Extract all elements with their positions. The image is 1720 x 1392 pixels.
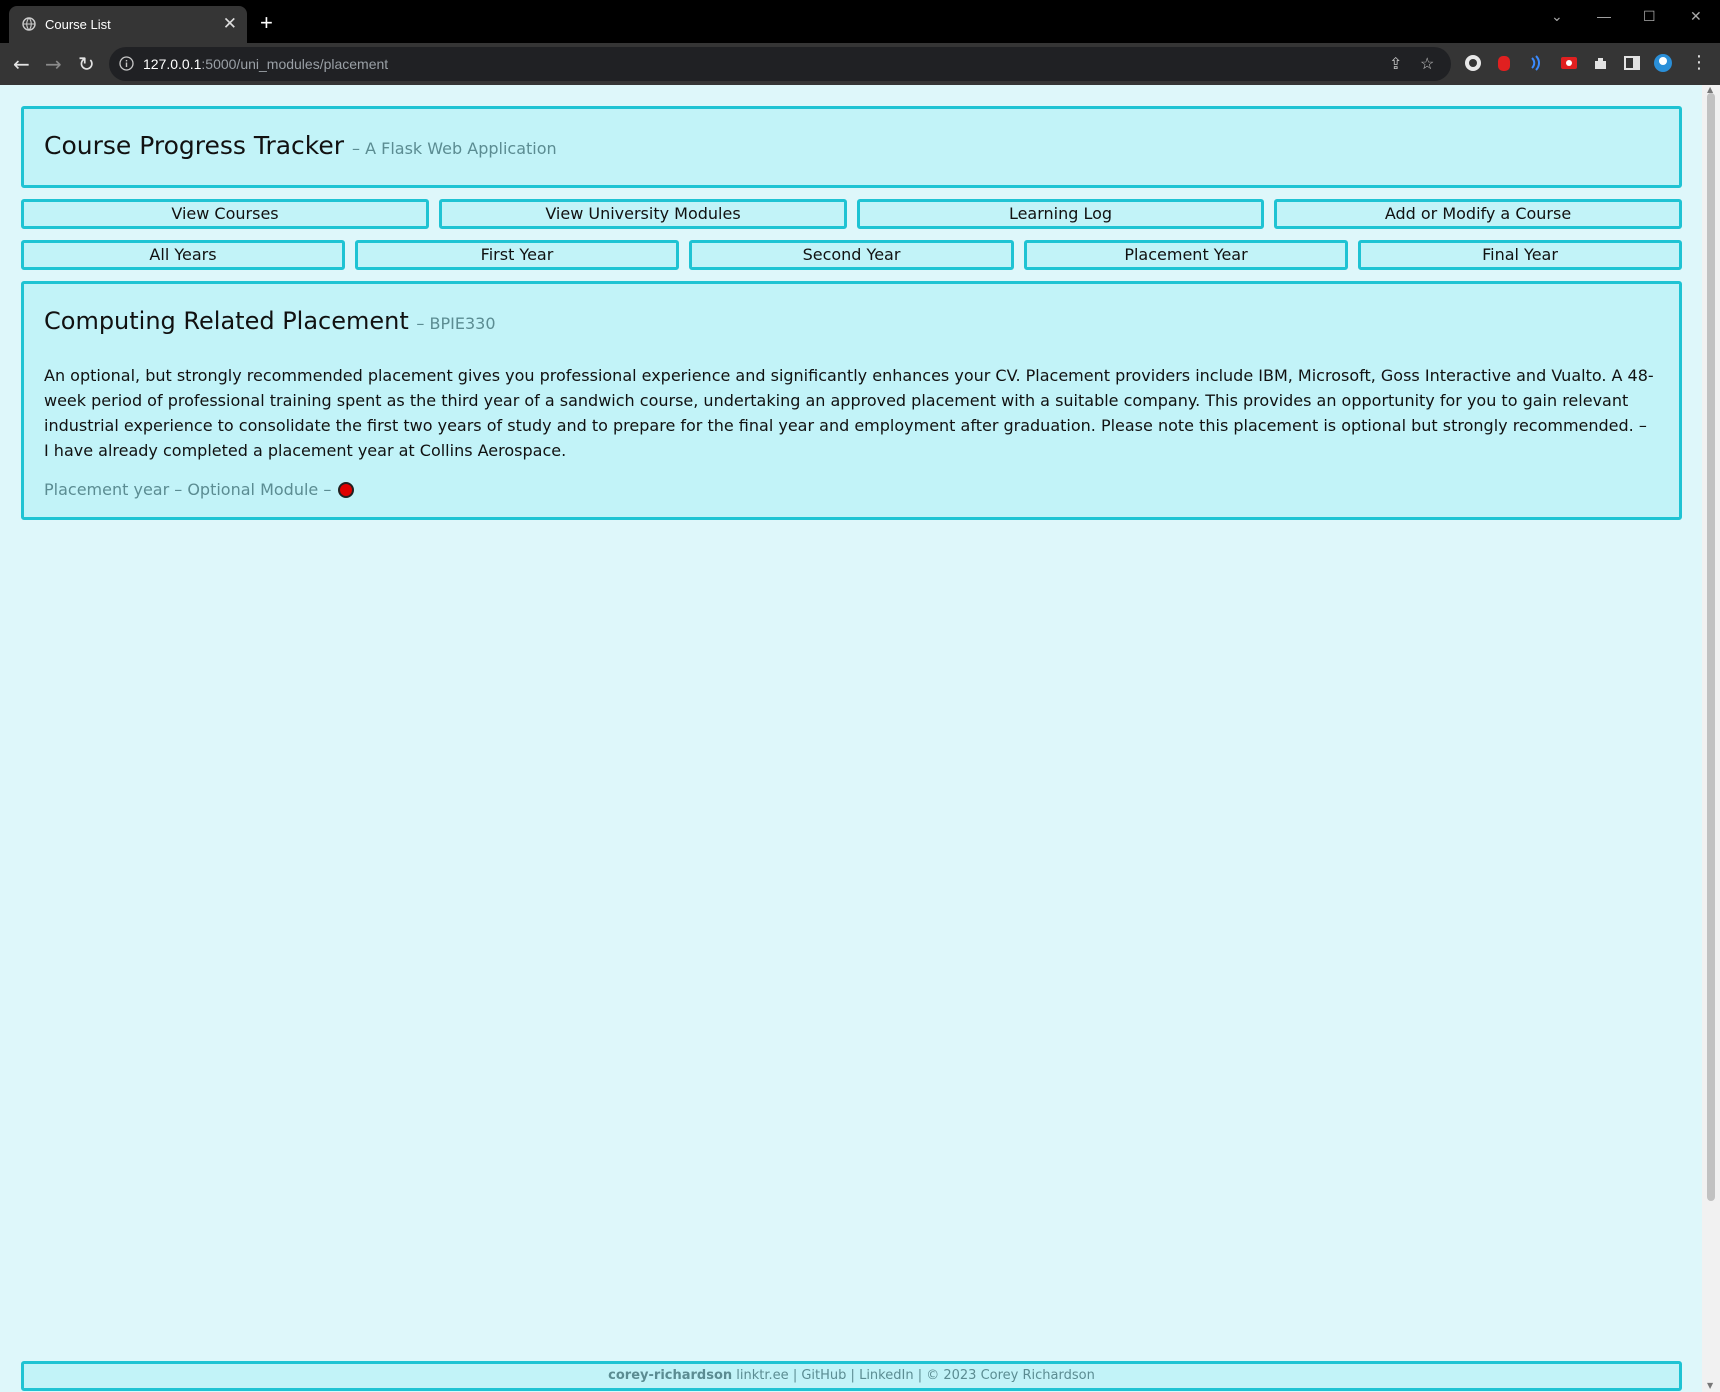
filter-second-year-button[interactable]: Second Year <box>689 240 1014 270</box>
address-bar[interactable]: 127.0.0.1:5000/uni_modules/placement ⇪ ☆ <box>109 47 1451 81</box>
learning-log-button[interactable]: Learning Log <box>857 199 1264 229</box>
share-icon[interactable]: ⇪ <box>1389 54 1402 74</box>
footer-separator: | <box>917 1368 923 1383</box>
forward-icon[interactable]: → <box>45 52 62 76</box>
page-content: Course Progress Tracker – A Flask Web Ap… <box>0 85 1702 1392</box>
add-modify-course-button[interactable]: Add or Modify a Course <box>1274 199 1682 229</box>
scrollbar-thumb[interactable] <box>1707 93 1715 1201</box>
module-description: An optional, but strongly recommended pl… <box>44 366 1654 460</box>
filter-first-year-button[interactable]: First Year <box>355 240 679 270</box>
bookmark-star-icon[interactable]: ☆ <box>1420 54 1434 74</box>
filter-all-years-button[interactable]: All Years <box>21 240 345 270</box>
window-close-icon[interactable]: ✕ <box>1690 8 1702 25</box>
module-heading: Computing Related Placement – BPIE330 <box>44 307 496 335</box>
globe-icon <box>22 17 36 31</box>
page-title: Course Progress Tracker – A Flask Web Ap… <box>44 131 557 160</box>
profile-avatar-icon[interactable] <box>1653 53 1673 73</box>
view-university-modules-button[interactable]: View University Modules <box>439 199 847 229</box>
footer-username: corey-richardson <box>608 1368 733 1383</box>
module-card: Computing Related Placement – BPIE330 An… <box>21 281 1682 520</box>
module-code: – BPIE330 <box>416 314 496 333</box>
site-footer: corey-richardson linktr.ee | GitHub | Li… <box>21 1361 1682 1391</box>
footer-text: corey-richardson linktr.ee | GitHub | Li… <box>608 1368 1095 1383</box>
filter-final-year-button[interactable]: Final Year <box>1358 240 1682 270</box>
maximize-icon[interactable]: ☐ <box>1643 8 1656 25</box>
extension-hand-icon[interactable] <box>1494 53 1514 73</box>
site-header: Course Progress Tracker – A Flask Web Ap… <box>21 106 1682 188</box>
tab-title: Course List <box>45 17 111 32</box>
linkedin-link[interactable]: LinkedIn <box>859 1368 913 1383</box>
tab-search-icon[interactable]: ⌄ <box>1551 8 1563 25</box>
new-tab-icon[interactable]: + <box>260 10 273 36</box>
extensions-puzzle-icon[interactable] <box>1591 53 1611 73</box>
module-meta-text: Placement year – Optional Module – <box>44 480 332 499</box>
browser-menu-icon[interactable]: ⋮ <box>1690 52 1708 73</box>
footer-separator: | <box>792 1368 798 1383</box>
scroll-down-icon[interactable]: ▼ <box>1707 1381 1713 1390</box>
extension-wave-icon[interactable] <box>1526 53 1546 73</box>
url-path: :5000/uni_modules/placement <box>201 56 389 72</box>
footer-separator: | <box>850 1368 855 1383</box>
linktree-link[interactable]: linktr.ee <box>736 1368 788 1383</box>
site-info-icon[interactable] <box>119 56 134 71</box>
browser-tab-strip: Course List ✕ + ⌄ — ☐ ✕ <box>0 0 1720 43</box>
app-subtitle: – A Flask Web Application <box>352 139 557 158</box>
url-text: 127.0.0.1:5000/uni_modules/placement <box>143 56 388 72</box>
extension-record-icon[interactable] <box>1559 53 1579 73</box>
app-title: Course Progress Tracker <box>44 131 345 160</box>
github-link[interactable]: GitHub <box>801 1368 846 1383</box>
reload-icon[interactable]: ↻ <box>78 52 95 76</box>
filter-placement-year-button[interactable]: Placement Year <box>1024 240 1348 270</box>
browser-tab[interactable]: Course List ✕ <box>9 6 247 43</box>
view-courses-button[interactable]: View Courses <box>21 199 429 229</box>
copyright-text: © 2023 Corey Richardson <box>926 1368 1095 1383</box>
side-panel-icon[interactable] <box>1622 53 1642 73</box>
module-title: Computing Related Placement <box>44 307 409 335</box>
back-icon[interactable]: ← <box>13 52 30 76</box>
url-host: 127.0.0.1 <box>143 56 202 72</box>
extension-gauge-icon[interactable] <box>1463 53 1483 73</box>
browser-toolbar: ← → ↻ 127.0.0.1:5000/uni_modules/placeme… <box>0 43 1720 85</box>
module-meta: Placement year – Optional Module – <box>44 480 355 499</box>
status-dot-icon <box>338 482 355 498</box>
minimize-icon[interactable]: — <box>1597 8 1611 24</box>
vertical-scrollbar[interactable]: ▲ ▼ <box>1702 85 1720 1392</box>
tab-close-icon[interactable]: ✕ <box>223 14 237 34</box>
